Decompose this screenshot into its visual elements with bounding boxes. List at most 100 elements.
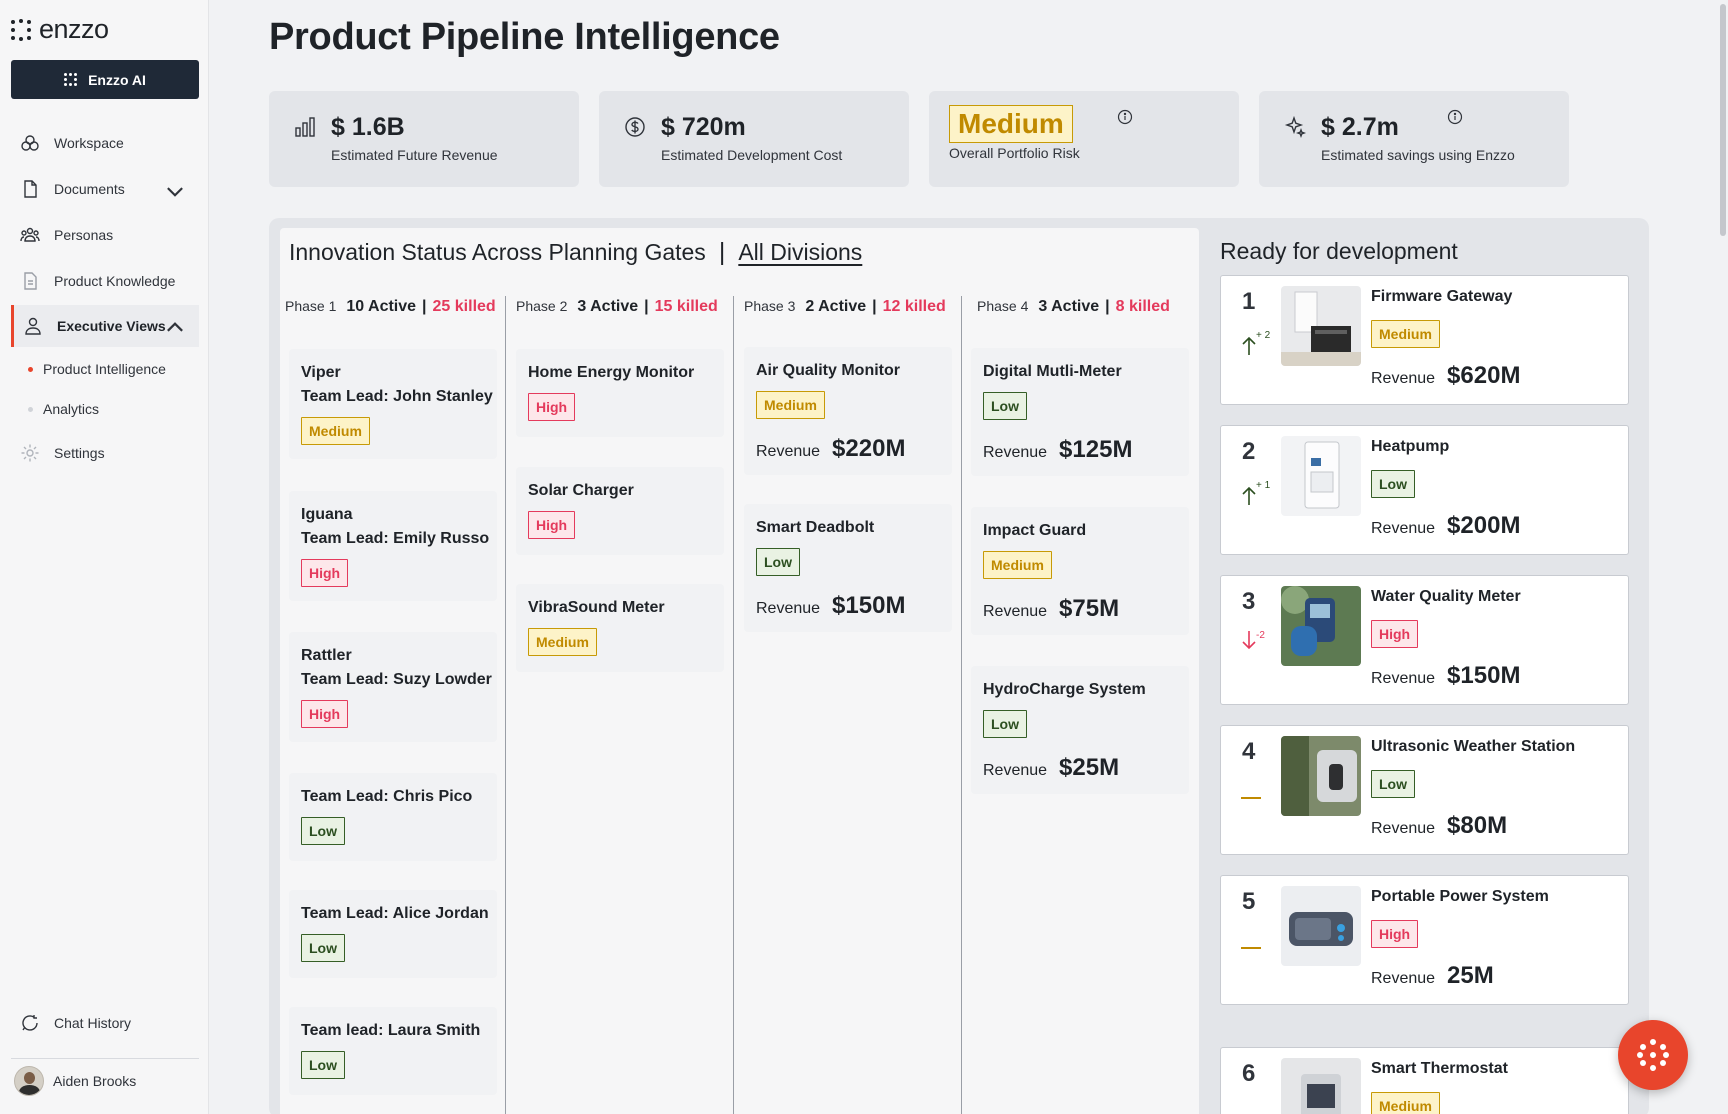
phase2-card-solar-charger[interactable]: Solar Charger High xyxy=(516,467,724,555)
nav-product-intelligence[interactable]: Product Intelligence xyxy=(28,361,166,377)
rank-number: 5 xyxy=(1242,888,1256,915)
column-divider xyxy=(505,296,506,1114)
card-title: Iguana Team Lead: Emily Russo xyxy=(301,506,490,547)
nav-executive-views-label: Executive Views xyxy=(57,318,166,334)
knowledge-document-icon xyxy=(24,272,37,290)
page-scrollbar[interactable] xyxy=(1716,0,1728,1114)
ready-item-heatpump[interactable]: 2 + 1 Heatpump Low Revenue $200M xyxy=(1220,425,1629,555)
kpi-future-revenue-label: Estimated Future Revenue xyxy=(331,147,498,163)
phase-killed-count: 15 killed xyxy=(654,298,718,315)
phase1-card-viper[interactable]: Viper Team Lead: John Stanley Medium xyxy=(289,349,497,459)
info-icon[interactable] xyxy=(1117,109,1133,125)
nav-personas[interactable]: Personas xyxy=(0,214,199,256)
scrollbar-thumb[interactable] xyxy=(1720,4,1726,236)
risk-badge: High xyxy=(301,700,349,728)
risk-badge: High xyxy=(301,559,349,587)
nav-workspace[interactable]: Workspace xyxy=(0,122,199,164)
ready-item-firmware-gateway[interactable]: 1 + 2 Firmware Gateway Medium Revenue $62… xyxy=(1220,275,1629,405)
nav-settings[interactable]: Settings xyxy=(0,432,199,474)
nav-executive-views[interactable]: Executive Views xyxy=(11,305,199,347)
risk-badge: Medium xyxy=(1371,320,1440,348)
phase1-card-iguana[interactable]: Iguana Team Lead: Emily Russo High xyxy=(289,491,497,601)
risk-badge: Low xyxy=(983,710,1027,738)
kpi-future-revenue: $ 1.6B Estimated Future Revenue xyxy=(269,91,579,187)
phase-name: Phase 3 xyxy=(744,298,796,314)
user-profile[interactable]: Aiden Brooks xyxy=(14,1066,136,1096)
document-icon xyxy=(24,180,37,198)
nav-product-knowledge-label: Product Knowledge xyxy=(54,273,176,289)
risk-badge: Medium xyxy=(301,417,370,445)
phase2-card-home-energy-monitor[interactable]: Home Energy Monitor High xyxy=(516,349,724,437)
nav-analytics[interactable]: Analytics xyxy=(28,401,99,417)
nav-documents[interactable]: Documents xyxy=(0,168,199,210)
card-title: HydroCharge System xyxy=(983,681,1146,698)
phase1-card-alice-jordan[interactable]: Team Lead: Alice Jordan Low xyxy=(289,890,497,978)
product-revenue: Revenue $200M xyxy=(1371,512,1521,539)
ready-item-smart-thermostat[interactable]: 6 Smart Thermostat Medium xyxy=(1220,1047,1629,1114)
enzzo-logo[interactable]: enzzo xyxy=(11,14,109,45)
chevron-up-icon[interactable] xyxy=(165,318,185,338)
card-revenue: Revenue $25M xyxy=(983,754,1120,781)
user-name: Aiden Brooks xyxy=(53,1073,137,1089)
phase-2-header: Phase 2 3 Active | 15 killed xyxy=(516,298,718,316)
rank-change: + 2 xyxy=(1256,330,1271,341)
nav-product-knowledge[interactable]: Product Knowledge xyxy=(0,260,199,302)
active-dot-icon xyxy=(28,366,33,372)
phase2-card-vibrasound-meter[interactable]: VibraSound Meter Medium xyxy=(516,584,724,672)
card-title: Viper Team Lead: John Stanley xyxy=(301,364,493,405)
phase-killed-count: 8 killed xyxy=(1115,298,1170,315)
phase-active-count: 10 Active xyxy=(346,298,417,315)
kpi-development-cost-value: $ 720m xyxy=(661,113,746,141)
enzzo-ai-icon xyxy=(64,72,78,87)
risk-badge: High xyxy=(1371,620,1419,648)
phase1-card-chris-pico[interactable]: Team Lead: Chris Pico Low xyxy=(289,773,497,861)
phase4-card-digital-multi-meter[interactable]: Digital Mutli-Meter Low Revenue $125M xyxy=(971,348,1189,476)
sparkle-icon xyxy=(1284,115,1307,139)
enzzo-assistant-fab[interactable] xyxy=(1618,1020,1688,1090)
phase4-card-impact-guard[interactable]: Impact Guard Medium Revenue $75M xyxy=(971,507,1189,635)
ready-item-ultrasonic-weather-station[interactable]: 4 Ultrasonic Weather Station Low Revenue… xyxy=(1220,725,1629,855)
card-title: Team Lead: Alice Jordan xyxy=(301,905,489,922)
user-icon xyxy=(25,317,41,335)
card-title: Air Quality Monitor xyxy=(756,362,900,379)
product-revenue: Revenue $150M xyxy=(1371,662,1521,689)
risk-badge: Low xyxy=(301,817,345,845)
phase3-card-air-quality-monitor[interactable]: Air Quality Monitor Medium Revenue $220M xyxy=(744,347,952,475)
ultrasonic-weather-station-image xyxy=(1281,736,1361,816)
nav-chat-history[interactable]: Chat History xyxy=(0,1002,199,1044)
all-divisions-link[interactable]: All Divisions xyxy=(738,239,862,266)
product-name: Smart Thermostat xyxy=(1371,1060,1508,1077)
gear-icon xyxy=(21,444,39,462)
enzzo-ai-button[interactable]: Enzzo AI xyxy=(11,60,199,99)
ready-item-portable-power-system[interactable]: 5 Portable Power System High Revenue 25M xyxy=(1220,875,1629,1005)
rank-change: + 1 xyxy=(1256,480,1271,491)
kpi-enzzo-savings-value: $ 2.7m xyxy=(1321,113,1399,141)
phase-separator: | xyxy=(644,298,649,315)
rank-number: 2 xyxy=(1242,438,1256,465)
rank-number: 6 xyxy=(1242,1060,1256,1087)
sidebar: enzzo Enzzo AI Workspace Documents Perso… xyxy=(0,0,209,1114)
logo-text: enzzo xyxy=(39,14,109,44)
ready-item-water-quality-meter[interactable]: 3 -2 Water Quality Meter High Revenue $15… xyxy=(1220,575,1629,705)
phase1-card-laura-smith[interactable]: Team lead: Laura Smith Low xyxy=(289,1007,497,1095)
phase4-card-hydrocharge-system[interactable]: HydroCharge System Low Revenue $25M xyxy=(971,666,1189,794)
kpi-portfolio-risk: Medium Overall Portfolio Risk xyxy=(929,91,1239,187)
card-title: Team Lead: Chris Pico xyxy=(301,788,473,805)
nav-analytics-label: Analytics xyxy=(43,401,100,417)
kpi-future-revenue-value: $ 1.6B xyxy=(331,113,405,141)
phase-killed-count: 25 killed xyxy=(432,298,496,315)
phase-1-header: Phase 1 10 Active | 25 killed xyxy=(285,298,496,316)
phase-name: Phase 1 xyxy=(285,298,337,314)
phase3-card-smart-deadbolt[interactable]: Smart Deadbolt Low Revenue $150M xyxy=(744,504,952,632)
rank-change: -2 xyxy=(1256,630,1265,641)
title-separator: | xyxy=(718,238,726,266)
phase-active-count: 3 Active xyxy=(1038,298,1100,315)
chevron-down-icon[interactable] xyxy=(165,181,185,201)
info-icon[interactable] xyxy=(1447,109,1463,125)
nav-chat-history-label: Chat History xyxy=(54,1015,132,1031)
kpi-development-cost-label: Estimated Development Cost xyxy=(661,147,843,163)
card-revenue: Revenue $220M xyxy=(756,435,906,462)
nav-settings-label: Settings xyxy=(54,445,105,461)
no-change-dash-icon xyxy=(1241,797,1261,799)
phase1-card-rattler[interactable]: Rattler Team Lead: Suzy Lowder High xyxy=(289,632,497,742)
